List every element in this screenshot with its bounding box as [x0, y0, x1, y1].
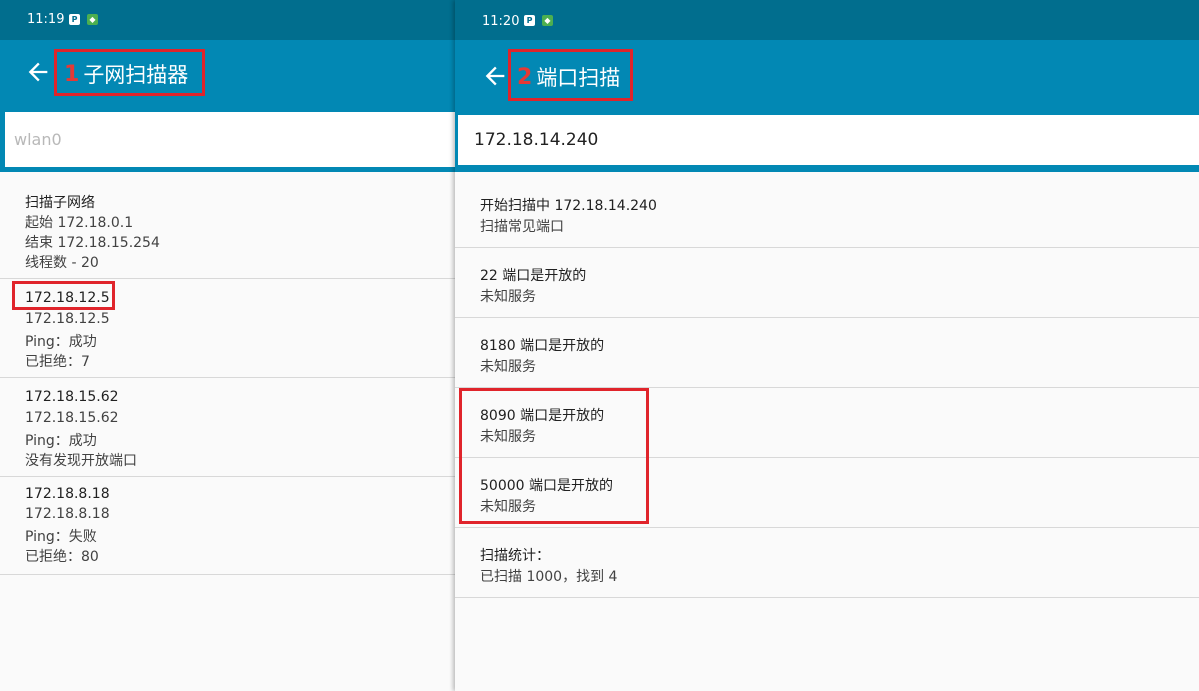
port-scan-screen: 11:20 P ◆ 2 端口扫描 开始扫描中 172.18.14.240 扫描常…	[455, 0, 1199, 691]
app-bar: 2 端口扫描	[455, 40, 1199, 112]
list-item[interactable]: 172.18.15.62 172.18.15.62 Ping：成功 没有发现开放…	[0, 378, 455, 477]
item-line: 已拒绝：7	[25, 354, 90, 370]
item-title: 开始扫描中 172.18.14.240	[480, 198, 657, 214]
item-subtitle: 扫描常见端口	[480, 219, 564, 235]
status-time: 11:20	[482, 14, 520, 29]
list-item[interactable]: 22 端口是开放的 未知服务	[455, 248, 1199, 318]
interface-input[interactable]	[5, 112, 455, 167]
parking-icon: P	[524, 15, 535, 26]
item-line: 已拒绝：80	[25, 549, 99, 565]
item-title: 172.18.8.18	[25, 486, 110, 502]
item-subtitle: 未知服务	[480, 289, 536, 305]
item-title: 172.18.15.62	[25, 389, 119, 405]
back-arrow-icon[interactable]	[24, 58, 52, 86]
item-title: 扫描子网络	[25, 195, 95, 211]
item-line: 172.18.12.5	[25, 311, 110, 327]
list-item[interactable]: 扫描统计： 已扫描 1000，找到 4	[455, 528, 1199, 598]
item-subtitle: 未知服务	[480, 359, 536, 375]
item-title: 22 端口是开放的	[480, 268, 587, 284]
app-bar: 1 子网扫描器	[0, 40, 455, 106]
highlight-box	[12, 281, 115, 310]
list-item[interactable]: 8180 端口是开放的 未知服务	[455, 318, 1199, 388]
item-line: Ping：成功	[25, 334, 97, 350]
search-bar	[455, 112, 1199, 172]
item-title: 扫描统计：	[480, 548, 550, 564]
item-title: 8180 端口是开放的	[480, 338, 605, 354]
list-item[interactable]: 172.18.12.5 172.18.12.5 Ping：成功 已拒绝：7	[0, 279, 455, 378]
back-arrow-icon[interactable]	[481, 62, 509, 90]
highlight-box	[508, 49, 633, 101]
item-line: Ping：成功	[25, 433, 97, 449]
item-line: 结束 172.18.15.254	[25, 235, 160, 251]
shield-icon: ◆	[87, 14, 98, 25]
list-item[interactable]: 扫描子网络 起始 172.18.0.1 结束 172.18.15.254 线程数…	[0, 172, 455, 279]
item-line: 线程数 - 20	[25, 255, 99, 271]
ip-address-input[interactable]	[458, 115, 1199, 165]
item-line: 172.18.15.62	[25, 410, 119, 426]
item-line: 没有发现开放端口	[25, 453, 137, 469]
item-line: 起始 172.18.0.1	[25, 215, 134, 231]
shield-icon: ◆	[542, 15, 553, 26]
highlight-box	[459, 388, 649, 524]
item-line: 172.18.8.18	[25, 506, 110, 522]
item-line: Ping：失败	[25, 529, 97, 545]
list-item[interactable]: 开始扫描中 172.18.14.240 扫描常见端口	[455, 172, 1199, 248]
list-item[interactable]: 172.18.8.18 172.18.8.18 Ping：失败 已拒绝：80	[0, 477, 455, 575]
subnet-scanner-screen: 11:19 P ◆ 1 子网扫描器 扫描子网络 起始 172.18.0.1 结束…	[0, 0, 455, 691]
search-bar	[0, 106, 455, 172]
status-bar: 11:19 P ◆	[0, 0, 455, 40]
item-subtitle: 已扫描 1000，找到 4	[480, 569, 618, 585]
status-bar: 11:20 P ◆	[455, 0, 1199, 40]
parking-icon: P	[69, 14, 80, 25]
highlight-box	[54, 49, 205, 96]
status-time: 11:19	[27, 12, 65, 27]
